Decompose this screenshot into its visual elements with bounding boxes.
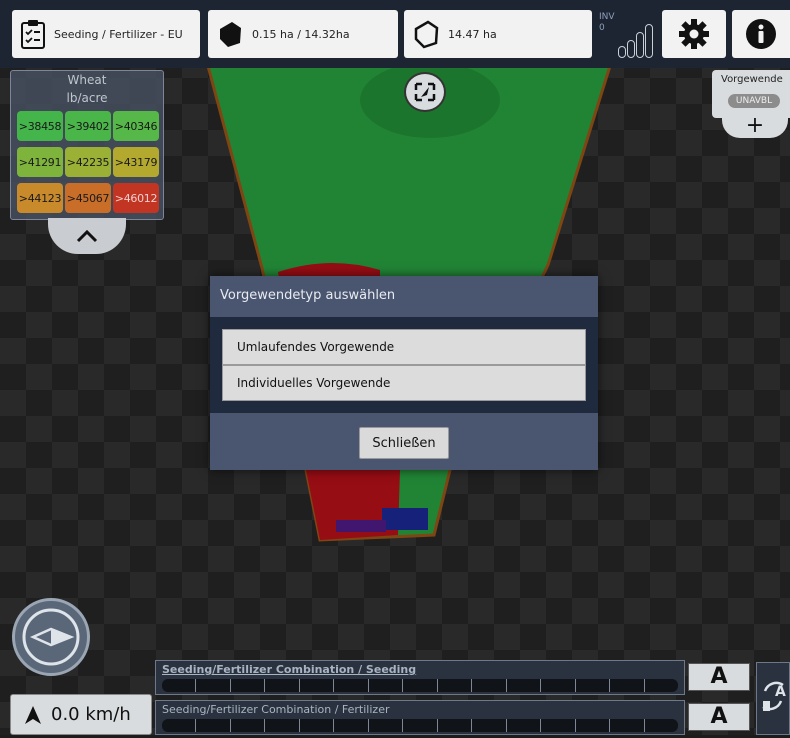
headland-panel[interactable]: Vorgewende UNAVBL bbox=[712, 70, 790, 118]
section-cells-seeding bbox=[162, 679, 678, 692]
chevron-up-icon bbox=[76, 229, 98, 243]
headland-status-badge: UNAVBL bbox=[728, 94, 780, 108]
inv-value: 0 bbox=[599, 23, 605, 33]
legend-crop: Wheat bbox=[67, 73, 107, 87]
info-icon bbox=[746, 19, 776, 49]
legend-unit: lb/acre bbox=[66, 91, 108, 105]
hand-auto-icon: A bbox=[762, 681, 786, 711]
option-circular-headland[interactable]: Umlaufendes Vorgewende bbox=[222, 329, 586, 365]
field-area-label: 14.47 ha bbox=[448, 27, 497, 41]
section-label-seeding: Seeding/Fertilizer Combination / Seeding bbox=[162, 663, 417, 676]
legend-cell: >44123 bbox=[17, 183, 63, 213]
product-button[interactable]: Seeding / Fertilizer - EU bbox=[12, 10, 200, 58]
legend-cell: >41291 bbox=[17, 147, 63, 177]
worked-area-button[interactable]: 0.15 ha / 14.32ha bbox=[208, 10, 398, 58]
speed-display: 0.0 km/h bbox=[10, 694, 152, 735]
field-area-button[interactable]: 14.47 ha bbox=[404, 10, 592, 58]
gear-icon bbox=[679, 19, 709, 49]
headland-label: Vorgewende bbox=[721, 74, 783, 85]
headland-type-dialog: Vorgewendetyp auswählen Umlaufendes Vorg… bbox=[210, 276, 598, 470]
legend-cell: >43179 bbox=[113, 147, 159, 177]
product-label: Seeding / Fertilizer - EU bbox=[54, 27, 183, 41]
legend-cell: >39402 bbox=[65, 111, 111, 141]
auto-switch-button[interactable]: A bbox=[756, 662, 790, 735]
compass-button[interactable] bbox=[12, 598, 90, 676]
recenter-icon bbox=[414, 82, 436, 102]
legend-cell: >46012 bbox=[113, 183, 159, 213]
field-coverage-purple bbox=[336, 520, 386, 532]
worked-area-icon bbox=[220, 22, 241, 47]
recenter-button[interactable] bbox=[404, 72, 446, 112]
top-bar: Seeding / Fertilizer - EU 0.15 ha / 14.3… bbox=[0, 0, 790, 68]
rate-legend: Wheat lb/acre >38458 >39402 >40346 >41291 >4… bbox=[10, 70, 164, 220]
field-boundary-icon bbox=[414, 20, 439, 49]
dialog-title: Vorgewendetyp auswählen bbox=[220, 288, 396, 303]
plus-icon: + bbox=[745, 113, 765, 138]
field-coverage-blue bbox=[382, 508, 428, 530]
heading-arrow-icon bbox=[25, 705, 41, 724]
settings-button[interactable] bbox=[662, 10, 726, 58]
compass-icon bbox=[22, 608, 80, 666]
inv-label: INV bbox=[599, 12, 615, 22]
section-cells-fertilizer bbox=[162, 719, 678, 732]
auto-mode-button-fertilizer[interactable]: A bbox=[688, 703, 750, 731]
section-bar-seeding[interactable]: Seeding/Fertilizer Combination / Seeding bbox=[155, 660, 685, 695]
svg-text:A: A bbox=[775, 684, 786, 700]
speed-value: 0.0 km/h bbox=[51, 704, 131, 725]
add-headland-button[interactable]: + bbox=[722, 113, 788, 138]
auto-mode-button-seeding[interactable]: A bbox=[688, 663, 750, 691]
legend-cell: >45067 bbox=[65, 183, 111, 213]
legend-cell: >40346 bbox=[113, 111, 159, 141]
clipboard-icon bbox=[21, 20, 45, 49]
headland-type-list: Umlaufendes Vorgewende Individuelles Vor… bbox=[210, 317, 598, 413]
close-button[interactable]: Schließen bbox=[359, 427, 449, 459]
legend-cell: >38458 bbox=[17, 111, 63, 141]
section-bar-fertilizer[interactable]: Seeding/Fertilizer Combination / Fertili… bbox=[155, 700, 685, 735]
worked-area-label: 0.15 ha / 14.32ha bbox=[252, 27, 350, 41]
info-button[interactable] bbox=[732, 10, 790, 58]
section-label-fertilizer: Seeding/Fertilizer Combination / Fertili… bbox=[162, 703, 390, 716]
legend-cell: >42235 bbox=[65, 147, 111, 177]
option-individual-headland[interactable]: Individuelles Vorgewende bbox=[222, 365, 586, 401]
inventory-signal[interactable]: INV 0 bbox=[596, 8, 658, 60]
